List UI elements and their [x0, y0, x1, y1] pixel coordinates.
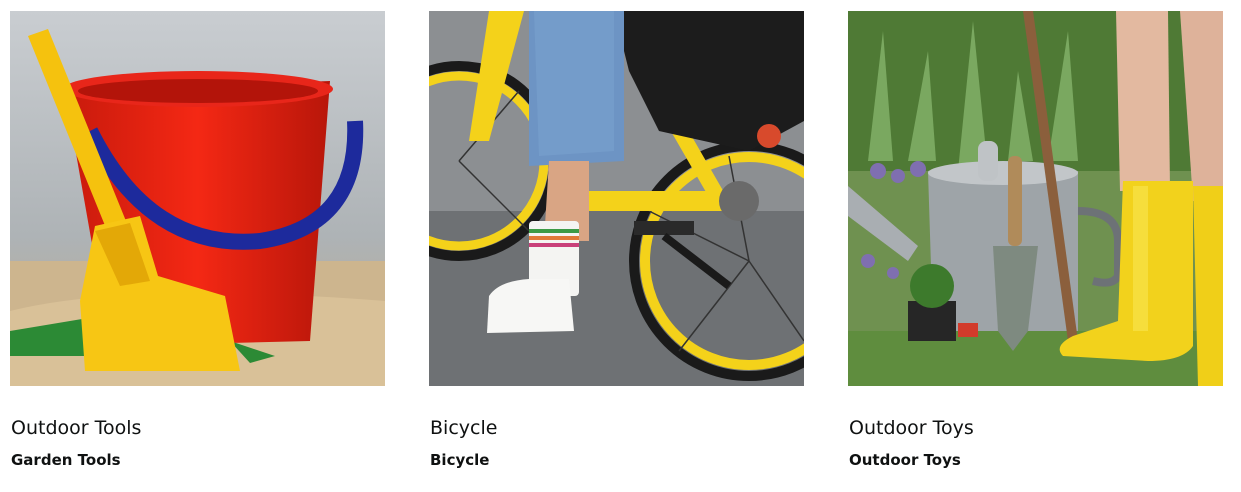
- yellow-bicycle-image[interactable]: [429, 11, 804, 386]
- card-subtitle-link[interactable]: Bicycle: [430, 450, 804, 470]
- card-title[interactable]: Bicycle: [430, 416, 804, 440]
- card-subtitle-link[interactable]: Garden Tools: [11, 450, 385, 470]
- beach-bucket-and-spade-image[interactable]: [10, 11, 385, 386]
- card-title[interactable]: Outdoor Tools: [11, 416, 385, 440]
- card-subtitle-link[interactable]: Outdoor Toys: [849, 450, 1223, 470]
- category-grid: Outdoor Tools Garden Tools Bicycle Bicyc…: [0, 0, 1241, 492]
- category-card-outdoor-toys[interactable]: Outdoor Toys Outdoor Toys: [848, 11, 1223, 470]
- card-title[interactable]: Outdoor Toys: [849, 416, 1223, 440]
- category-card-outdoor-tools[interactable]: Outdoor Tools Garden Tools: [10, 11, 385, 470]
- category-card-bicycle[interactable]: Bicycle Bicycle: [429, 11, 804, 470]
- watering-can-and-boots-image[interactable]: [848, 11, 1223, 386]
